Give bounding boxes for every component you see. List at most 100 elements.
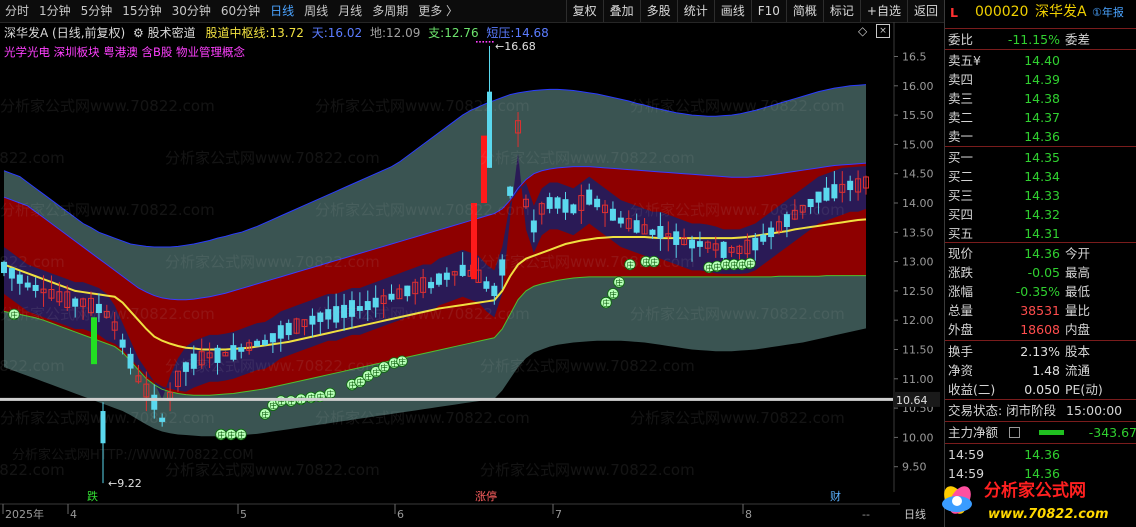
- candle: [435, 273, 442, 285]
- logo-url: www.70822.com: [988, 507, 1109, 522]
- bid-row: 买二 14.34: [945, 167, 1136, 186]
- indicator-gear-icon[interactable]: ⚙: [133, 26, 144, 40]
- watermark-text: 分析家公式网www.70822.com: [165, 253, 380, 271]
- period-tab[interactable]: 1分钟: [34, 0, 76, 22]
- ask-row: 卖四 14.39: [945, 70, 1136, 89]
- stock-name[interactable]: 深华发A: [1035, 3, 1087, 22]
- watermark-text: 分析家公式网www.70822.com: [630, 201, 845, 219]
- top-marker-dot: [488, 41, 491, 43]
- chart-diamond-icon[interactable]: ◇: [858, 24, 867, 38]
- divider: [945, 340, 1136, 341]
- tool-button[interactable]: F10: [750, 0, 786, 22]
- tool-button[interactable]: +自选: [859, 0, 907, 22]
- period-tab[interactable]: 多周期: [367, 0, 413, 22]
- period-tab[interactable]: 5分钟: [76, 0, 118, 22]
- bid-row-value: 14.31: [1024, 226, 1060, 241]
- period-tabs: 分时 1分钟 5分钟 15分钟 30分钟 60分钟 日线 周线 月线 多周期 更多 〉: [0, 0, 566, 22]
- ask-row: 卖三 14.38: [945, 89, 1136, 108]
- watermark-text: 分析家公式网www.70822.com: [480, 461, 695, 479]
- flag-zhangting: 涨停: [475, 489, 497, 503]
- ask-row-value: 14.40: [1024, 53, 1060, 68]
- stat-row-label: 涨跌: [948, 265, 974, 280]
- annual-report-link[interactable]: ①年报: [1092, 3, 1124, 22]
- y-tick-label: 11.00: [902, 373, 934, 386]
- stat-row-label: 总量: [948, 303, 974, 318]
- watermark-text: 分析家公式网www.70822.com: [315, 97, 530, 115]
- y-tick-label: 9.50: [902, 461, 927, 474]
- period-tab[interactable]: 30分钟: [167, 0, 216, 22]
- top-marker-dot: [485, 41, 488, 43]
- period-tab[interactable]: 更多 〉: [413, 0, 463, 22]
- stat-row-right-label: PE(动): [1065, 382, 1103, 397]
- period-tab[interactable]: 周线: [299, 0, 333, 22]
- period-tab[interactable]: 分时: [0, 0, 34, 22]
- candle: [127, 353, 134, 369]
- watermark-text: 分析家公式网www.70822.com: [0, 305, 215, 323]
- ask-row-label: 卖一: [948, 129, 974, 144]
- tool-button[interactable]: 复权: [565, 0, 603, 22]
- tool-button[interactable]: 多股: [639, 0, 677, 22]
- x-tick-label: 2025年: [5, 507, 44, 521]
- period-tab[interactable]: 15分钟: [117, 0, 166, 22]
- period-tab[interactable]: 日线: [265, 0, 299, 22]
- max-price-label: ←16.68: [495, 40, 536, 53]
- candle: [404, 285, 411, 297]
- tool-button[interactable]: 画线: [713, 0, 751, 22]
- bid-row-value: 14.35: [1024, 150, 1060, 165]
- candle: [570, 204, 577, 214]
- period-indicator[interactable]: 日线: [904, 507, 926, 521]
- chart-close-icon[interactable]: ×: [876, 24, 890, 38]
- y-tick-label: 14.50: [902, 168, 934, 181]
- stat-row-value: 2.13%: [1020, 344, 1060, 359]
- watermark-url: 分析家公式网HTTP://WWW.70822.COM: [12, 448, 254, 463]
- current-price-line: [0, 397, 893, 401]
- y-tick-label: 13.50: [902, 226, 934, 239]
- y-tick-label: 16.00: [902, 80, 934, 93]
- bid-row-label: 买二: [948, 169, 974, 184]
- stat-row-value: 38531: [1020, 303, 1060, 318]
- stat-row-value: 0.050: [1024, 382, 1060, 397]
- y-tick-label: 10.00: [902, 431, 934, 444]
- tool-button[interactable]: 返回: [906, 0, 944, 22]
- zhuang-label: 庄: [713, 262, 721, 272]
- netflow-menu-icon[interactable]: [1009, 427, 1020, 438]
- stat-row-value: 18608: [1020, 322, 1060, 337]
- candle: [649, 229, 656, 235]
- netflow-value: -343.67: [1088, 425, 1136, 440]
- price-tag: 10.64: [896, 394, 928, 407]
- bid-row-label: 买四: [948, 207, 974, 222]
- candle: [483, 281, 490, 289]
- stock-code[interactable]: 000020: [975, 3, 1028, 22]
- candle: [32, 284, 39, 291]
- period-tab[interactable]: 60分钟: [216, 0, 265, 22]
- tool-button[interactable]: 叠加: [602, 0, 640, 22]
- concept-tags[interactable]: 光学光电 深圳板块 粤港澳 含B股 物业管理概念: [4, 44, 245, 60]
- watermark-text: 分析家公式网www.70822.com: [0, 357, 65, 375]
- candle: [562, 199, 569, 213]
- ask-row-value: 14.37: [1024, 110, 1060, 125]
- tool-button[interactable]: 统计: [676, 0, 714, 22]
- tool-button[interactable]: 简概: [785, 0, 823, 22]
- zhuang-label: 庄: [615, 278, 623, 288]
- tool-button[interactable]: 标记: [822, 0, 860, 22]
- signal-bar-green: [91, 317, 97, 365]
- weibi-row: 委比 -11.15% 委差: [945, 30, 1136, 49]
- ask-row: 卖二 14.37: [945, 108, 1136, 127]
- indicator-name[interactable]: 股术密道: [148, 26, 196, 40]
- candle: [238, 347, 245, 352]
- flag-cai: 财: [830, 489, 841, 503]
- x-tick-label: 5: [240, 508, 247, 521]
- status-row: 交易状态: 闭市阶段 15:00:00: [945, 401, 1136, 420]
- ask-row-label: 卖三: [948, 91, 974, 106]
- y-tick-label: 12.00: [902, 314, 934, 327]
- status-time: 15:00:00: [1066, 403, 1123, 418]
- earth-value: 12.09: [385, 26, 421, 40]
- y-tick-label: 12.50: [902, 285, 934, 298]
- candle: [388, 293, 395, 300]
- candle: [657, 226, 664, 239]
- netflow-row: 主力净额 -343.67: [945, 423, 1136, 442]
- period-tab[interactable]: 月线: [333, 0, 367, 22]
- watermark-text: 分析家公式网www.70822.com: [630, 409, 845, 427]
- stat-row-label: 换手: [948, 344, 974, 359]
- pressure-value: 14.68: [514, 26, 549, 40]
